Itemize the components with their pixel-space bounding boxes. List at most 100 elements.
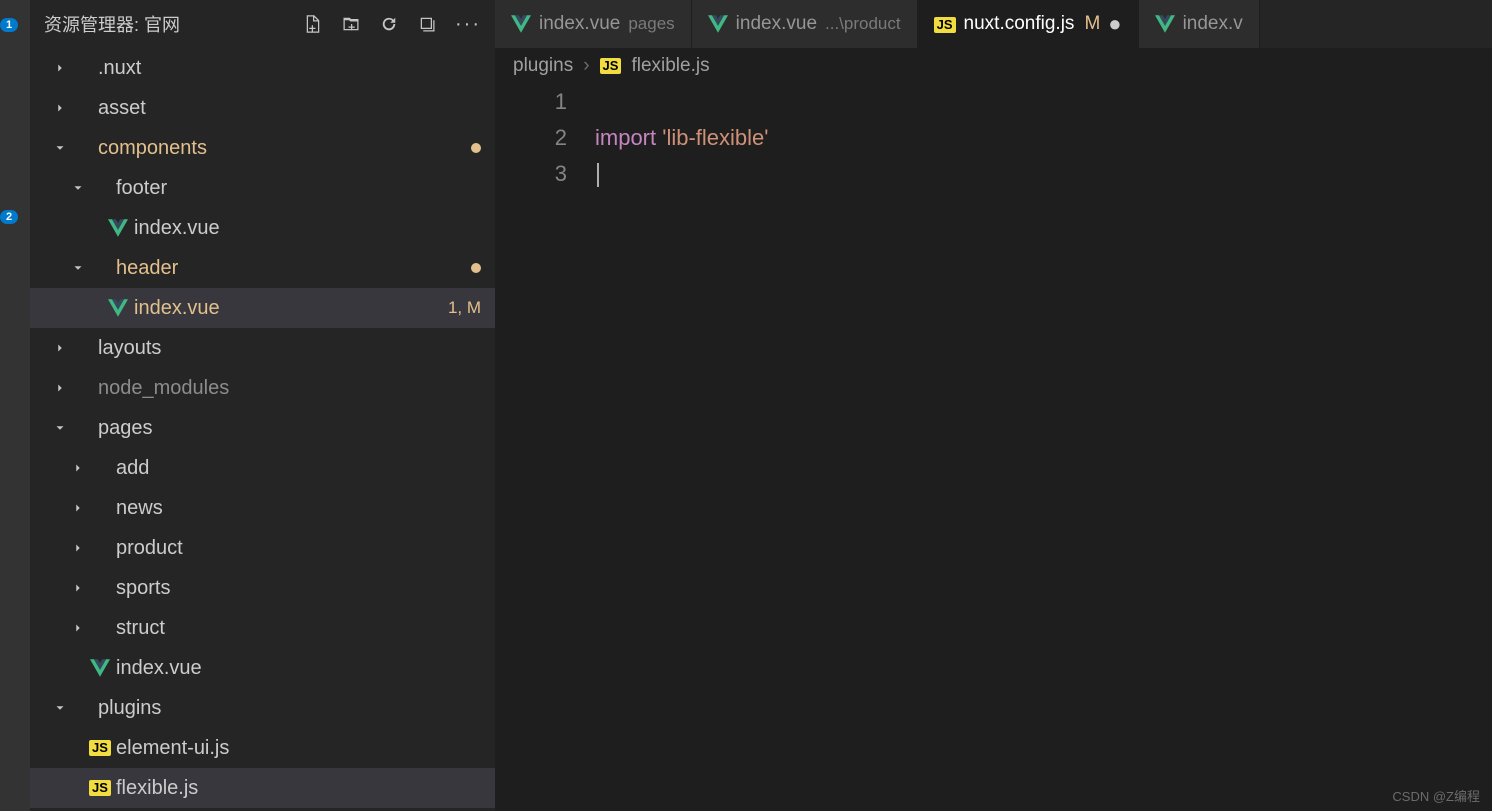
tree-item-label: struct bbox=[116, 617, 495, 640]
chevron-right-icon[interactable] bbox=[68, 541, 88, 555]
line-gutter: 1 2 3 bbox=[495, 84, 595, 811]
chevron-right-icon[interactable] bbox=[50, 61, 70, 75]
tab-label: index.v bbox=[1183, 13, 1243, 35]
tree-item-flexible-js[interactable]: JSflexible.js bbox=[30, 768, 495, 808]
tree-item-layouts[interactable]: layouts bbox=[30, 328, 495, 368]
tree-item-label: pages bbox=[98, 417, 495, 440]
vue-icon bbox=[106, 219, 130, 237]
tree-item-label: layouts bbox=[98, 337, 495, 360]
tab-index-vue-0[interactable]: index.vue pages bbox=[495, 0, 692, 48]
tree-item-label: header bbox=[116, 257, 471, 280]
tab-nuxt-config-js-2[interactable]: JS nuxt.config.js M ● bbox=[918, 0, 1139, 48]
tree-item-add[interactable]: add bbox=[30, 448, 495, 488]
tree-item-components[interactable]: components bbox=[30, 128, 495, 168]
chevron-right-icon[interactable] bbox=[50, 381, 70, 395]
tab-description: ...\product bbox=[825, 14, 901, 34]
vue-icon bbox=[106, 299, 130, 317]
js-icon: JS bbox=[934, 13, 956, 35]
editor-area: index.vue pages index.vue ...\product JS nuxt… bbox=[495, 0, 1492, 811]
tree-item-sports[interactable]: sports bbox=[30, 568, 495, 608]
new-file-icon[interactable] bbox=[303, 14, 323, 34]
tree-item-plugins[interactable]: plugins bbox=[30, 688, 495, 728]
tree-item-header[interactable]: header bbox=[30, 248, 495, 288]
chevron-down-icon[interactable] bbox=[68, 181, 88, 195]
code-editor[interactable]: 1 2 3 import 'lib-flexible' bbox=[495, 84, 1492, 811]
activity-badge-2: 2 bbox=[0, 210, 18, 224]
tree-item-label: index.vue bbox=[134, 217, 495, 240]
tree-item-label: plugins bbox=[98, 697, 495, 720]
tree-item-node-modules[interactable]: node_modules bbox=[30, 368, 495, 408]
activity-bar: 1 2 bbox=[0, 0, 30, 811]
js-icon: JS bbox=[600, 58, 622, 74]
tree-item-asset[interactable]: asset bbox=[30, 88, 495, 128]
tree-item-index-vue[interactable]: index.vue1, M bbox=[30, 288, 495, 328]
refresh-icon[interactable] bbox=[379, 14, 399, 34]
tab-index-vue-1[interactable]: index.vue ...\product bbox=[692, 0, 918, 48]
tab-description: pages bbox=[628, 14, 674, 34]
git-decoration: 1, M bbox=[448, 298, 481, 318]
chevron-right-icon[interactable] bbox=[68, 621, 88, 635]
code-lines[interactable]: import 'lib-flexible' bbox=[595, 84, 1492, 811]
modified-dot-icon bbox=[471, 143, 481, 153]
chevron-right-icon[interactable] bbox=[50, 101, 70, 115]
chevron-down-icon[interactable] bbox=[50, 701, 70, 715]
tree-item-label: node_modules bbox=[98, 377, 495, 400]
chevron-down-icon[interactable] bbox=[50, 141, 70, 155]
vue-icon bbox=[511, 15, 531, 33]
chevron-right-icon: › bbox=[583, 55, 589, 77]
tree-item-index-vue[interactable]: index.vue bbox=[30, 648, 495, 688]
chevron-down-icon[interactable] bbox=[50, 421, 70, 435]
tree-item-label: element-ui.js bbox=[116, 737, 495, 760]
tree-item-product[interactable]: product bbox=[30, 528, 495, 568]
js-icon: JS bbox=[88, 740, 112, 756]
tab-label: index.vue bbox=[736, 13, 817, 35]
js-icon: JS bbox=[88, 780, 112, 796]
tab-index-v-3[interactable]: index.v bbox=[1139, 0, 1260, 48]
tree-item-label: product bbox=[116, 537, 495, 560]
tree-item-label: add bbox=[116, 457, 495, 480]
activity-badge-1: 1 bbox=[0, 18, 18, 32]
chevron-right-icon[interactable] bbox=[68, 461, 88, 475]
tree-item-footer[interactable]: footer bbox=[30, 168, 495, 208]
tree-item-label: asset bbox=[98, 97, 495, 120]
tree-item-label: .nuxt bbox=[98, 57, 495, 80]
tree-item-label: sports bbox=[116, 577, 495, 600]
tree-item-label: index.vue bbox=[116, 657, 495, 680]
explorer-title: 资源管理器: 官网 bbox=[44, 11, 295, 37]
text-cursor bbox=[597, 163, 599, 187]
watermark: CSDN @Z编程 bbox=[1392, 786, 1480, 805]
breadcrumb[interactable]: plugins › JS flexible.js bbox=[495, 48, 1492, 84]
explorer-sidebar: 资源管理器: 官网 ··· .nuxt asset components footer… bbox=[30, 0, 495, 811]
editor-tabs: index.vue pages index.vue ...\product JS nuxt… bbox=[495, 0, 1492, 48]
tree-item-label: components bbox=[98, 137, 471, 160]
tree-item-label: news bbox=[116, 497, 495, 520]
tab-label: nuxt.config.js bbox=[964, 13, 1075, 35]
vue-icon bbox=[708, 15, 728, 33]
git-modified-badge: M bbox=[1084, 13, 1100, 35]
tree-item-label: flexible.js bbox=[116, 777, 495, 800]
tree-item-news[interactable]: news bbox=[30, 488, 495, 528]
dirty-dot-icon: ● bbox=[1108, 13, 1121, 35]
tree-item-element-ui-js[interactable]: JSelement-ui.js bbox=[30, 728, 495, 768]
explorer-actions: ··· bbox=[303, 14, 481, 34]
breadcrumb-seg-file[interactable]: flexible.js bbox=[631, 55, 709, 77]
modified-dot-icon bbox=[471, 263, 481, 273]
chevron-right-icon[interactable] bbox=[68, 581, 88, 595]
tree-item-struct[interactable]: struct bbox=[30, 608, 495, 648]
tree-item--nuxt[interactable]: .nuxt bbox=[30, 48, 495, 88]
vue-icon bbox=[88, 659, 112, 677]
explorer-header: 资源管理器: 官网 ··· bbox=[30, 0, 495, 48]
file-tree[interactable]: .nuxt asset components footer index.vue heade… bbox=[30, 48, 495, 811]
breadcrumb-seg-plugins[interactable]: plugins bbox=[513, 55, 573, 77]
tree-item-label: footer bbox=[116, 177, 495, 200]
collapse-all-icon[interactable] bbox=[417, 14, 437, 34]
chevron-down-icon[interactable] bbox=[68, 261, 88, 275]
chevron-right-icon[interactable] bbox=[68, 501, 88, 515]
tree-item-pages[interactable]: pages bbox=[30, 408, 495, 448]
new-folder-icon[interactable] bbox=[341, 14, 361, 34]
tab-label: index.vue bbox=[539, 13, 620, 35]
tree-item-index-vue[interactable]: index.vue bbox=[30, 208, 495, 248]
chevron-right-icon[interactable] bbox=[50, 341, 70, 355]
more-actions-icon[interactable]: ··· bbox=[455, 14, 481, 34]
tree-item-label: index.vue bbox=[134, 297, 448, 320]
